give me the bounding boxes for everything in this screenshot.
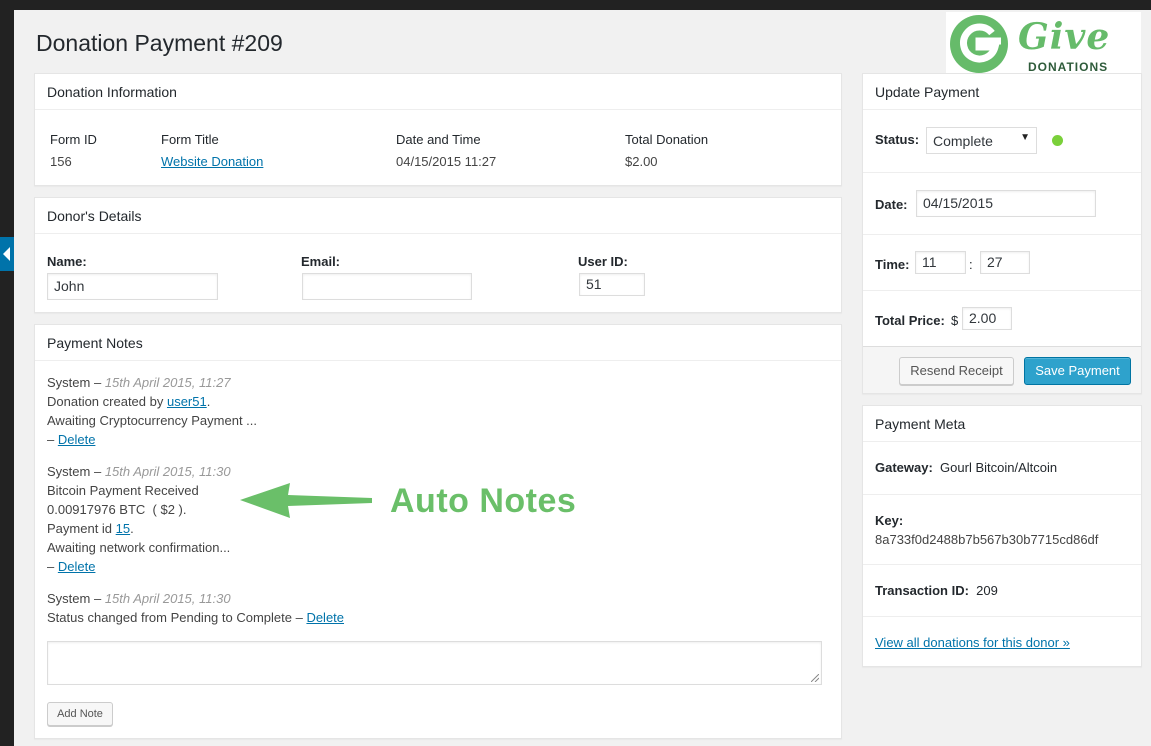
status-indicator-dot [1052,135,1063,146]
logo-subtitle: DONATIONS [1028,60,1109,74]
update-actions: Resend Receipt Save Payment [863,346,1141,393]
form-id-value: 156 [50,154,72,169]
form-title-label: Form Title [161,132,219,147]
give-logo: Give DONATIONS [946,12,1141,75]
hour-field[interactable]: 11 [915,251,966,274]
admin-side-bar [0,10,14,746]
total-donation-label: Total Donation [625,132,709,147]
gateway-label: Gateway: [875,460,933,475]
name-label: Name: [47,254,87,269]
logo-wordmark: Give [1018,16,1111,58]
donor-details-box: Donor's Details Name: John Email: User I… [34,197,842,313]
view-all-donations-link[interactable]: View all donations for this donor » [875,635,1070,650]
donation-information-heading: Donation Information [35,74,841,110]
transaction-id-value: 209 [976,583,998,598]
delete-note-link[interactable]: Delete [306,610,344,625]
donation-information-box: Donation Information Form ID 156 Form Ti… [34,73,842,186]
gateway-line: Gateway: Gourl Bitcoin/Altcoin [875,460,1057,475]
form-id-label: Form ID [50,132,97,147]
arrow-left-icon [240,483,372,518]
page-title: Donation Payment #209 [36,30,283,56]
status-selected-value: Complete [933,133,993,149]
save-payment-button[interactable]: Save Payment [1024,357,1131,385]
view-all-row: View all donations for this donor » [863,616,1141,666]
total-price-field[interactable]: 2.00 [962,307,1012,330]
collapse-menu-tab[interactable] [0,237,14,271]
currency-symbol: $ [951,313,959,328]
time-separator: : [969,257,973,272]
delete-note-link[interactable]: Delete [58,432,96,447]
give-logo-icon [950,15,1008,73]
time-row: Time: 11 : 27 [863,234,1141,290]
date-time-value: 04/15/2015 11:27 [396,154,497,169]
update-payment-box: Update Payment Status: Complete ▼ Date: … [862,73,1142,394]
user-id-label: User ID: [578,254,628,269]
time-label: Time: [875,257,910,272]
key-label: Key: [875,513,904,528]
payment-meta-box: Payment Meta Gateway: Gourl Bitcoin/Altc… [862,405,1142,667]
admin-top-bar [0,0,1151,10]
note-timestamp: 15th April 2015, 11:30 [104,464,231,479]
key-value: 8a733f0d2488b7b567b30b7715cd86df [875,532,1099,547]
chevron-left-icon [3,247,10,261]
minute-field[interactable]: 27 [980,251,1030,274]
total-price-label: Total Price: [875,313,945,328]
date-field[interactable]: 04/15/2015 [916,190,1096,217]
transaction-row: Transaction ID: 209 [863,564,1141,616]
auto-notes-annotation: Auto Notes [390,482,577,520]
note-author: System [47,375,91,390]
date-label: Date: [875,197,908,212]
new-note-textarea[interactable] [47,641,822,685]
price-row: Total Price: $ 2.00 [863,290,1141,346]
name-field[interactable]: John [47,273,218,300]
donor-details-heading: Donor's Details [35,198,841,234]
date-row: Date: 04/15/2015 [863,172,1141,234]
email-label: Email: [301,254,341,269]
add-note-button[interactable]: Add Note [47,702,113,726]
payment-id-link[interactable]: 15 [116,521,130,536]
note-item: System – 15th April 2015, 11:30 Bitcoin … [47,464,231,574]
update-payment-heading: Update Payment [863,74,1141,110]
total-donation-value: $2.00 [625,154,658,169]
transaction-id-label: Transaction ID: [875,583,969,598]
key-row: Key: 8a733f0d2488b7b567b30b7715cd86df [863,494,1141,564]
resize-handle-icon[interactable] [811,674,819,682]
payment-meta-heading: Payment Meta [863,406,1141,442]
status-label: Status: [875,132,920,147]
user-link[interactable]: user51 [167,394,207,409]
date-time-label: Date and Time [396,132,481,147]
form-title-link[interactable]: Website Donation [161,154,263,169]
transaction-line: Transaction ID: 209 [875,583,998,598]
note-timestamp: 15th April 2015, 11:27 [104,375,231,390]
gateway-value: Gourl Bitcoin/Altcoin [940,460,1058,475]
user-id-field[interactable]: 51 [579,273,645,296]
note-author: System [47,591,91,606]
email-field[interactable] [302,273,472,300]
gateway-row: Gateway: Gourl Bitcoin/Altcoin [863,442,1141,494]
status-select[interactable]: Complete ▼ [926,127,1037,154]
delete-note-link[interactable]: Delete [58,559,96,574]
note-item: System – 15th April 2015, 11:30 Status c… [47,591,345,625]
note-item: System – 15th April 2015, 11:27 Donation… [47,375,258,447]
payment-notes-heading: Payment Notes [35,325,841,361]
resend-receipt-button[interactable]: Resend Receipt [899,357,1014,385]
payment-notes-box: Payment Notes System – 15th April 2015, … [34,324,842,739]
note-author: System [47,464,91,479]
dropdown-arrow-icon: ▼ [1020,132,1030,143]
note-timestamp: 15th April 2015, 11:30 [104,591,231,606]
